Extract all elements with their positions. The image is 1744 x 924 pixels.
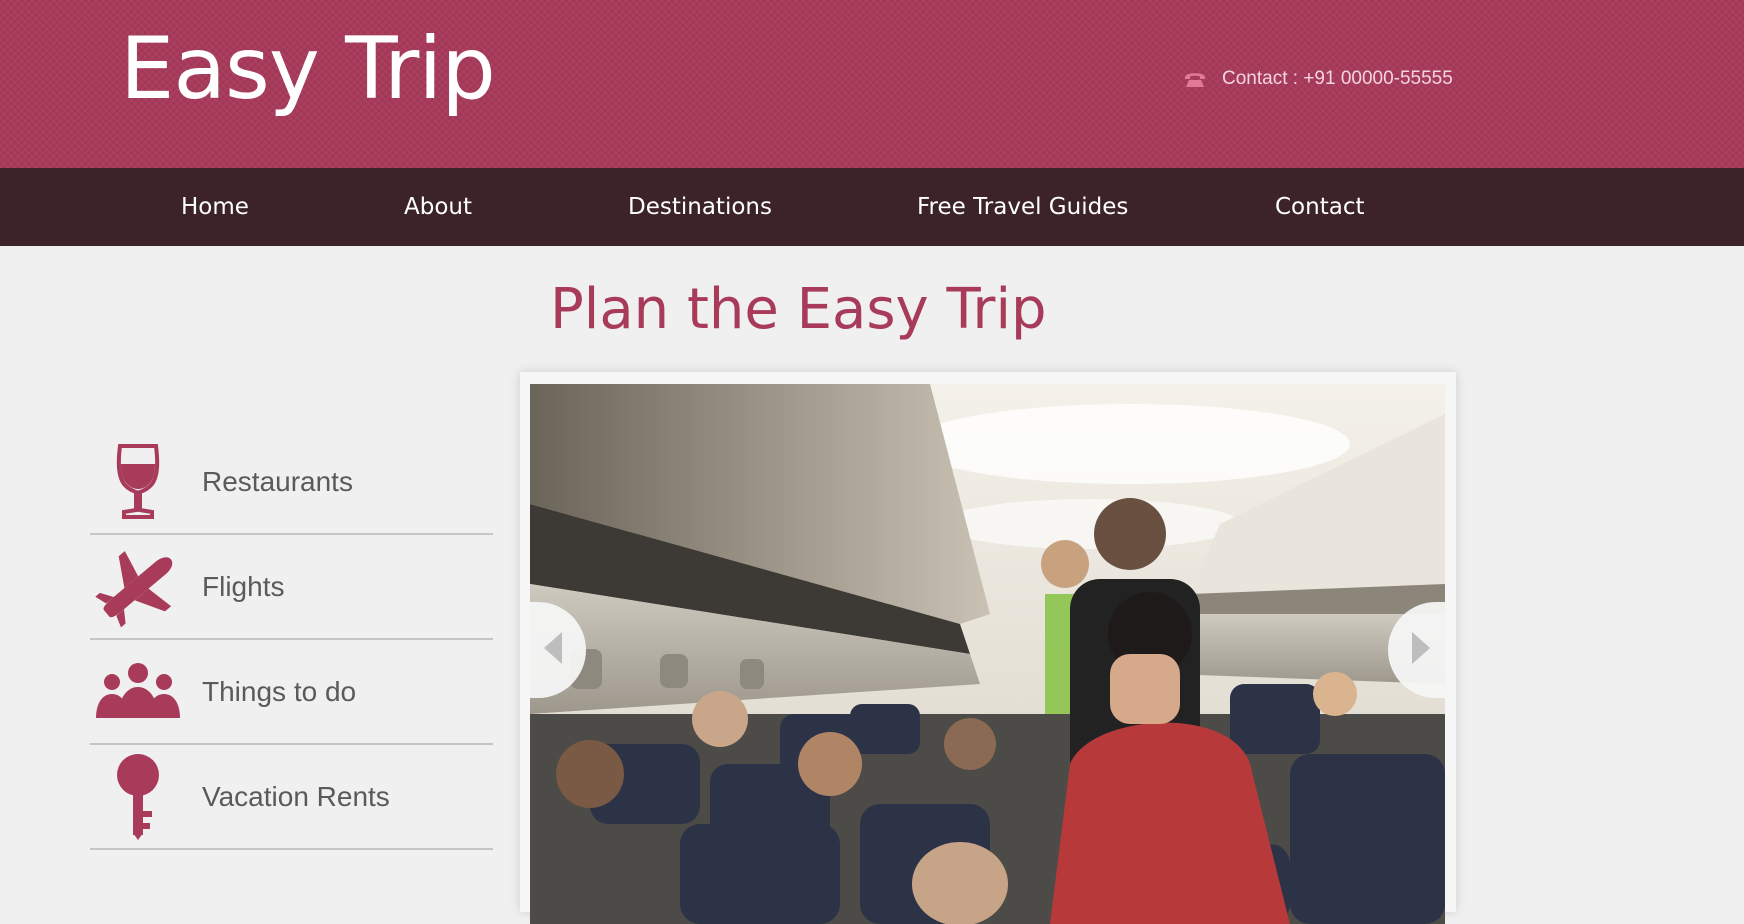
- airplane-icon: [90, 542, 186, 632]
- people-group-icon: [90, 647, 186, 737]
- sidebar-item-restaurants[interactable]: Restaurants: [90, 430, 493, 535]
- sidebar-item-things-to-do[interactable]: Things to do: [90, 640, 493, 745]
- contact-info: Contact : +91 00000-55555: [1182, 68, 1453, 90]
- sidebar-item-flights[interactable]: Flights: [90, 535, 493, 640]
- sidebar-item-label: Vacation Rents: [202, 780, 390, 812]
- sidebar-item-label: Flights: [202, 570, 285, 602]
- site-header: Easy Trip Contact : +91 00000-55555: [0, 0, 1744, 168]
- contact-text: Contact : +91 00000-55555: [1222, 68, 1453, 89]
- site-logo[interactable]: Easy Trip: [120, 14, 496, 124]
- nav-item-home[interactable]: Home: [181, 168, 249, 246]
- image-slider: [520, 372, 1456, 924]
- sidebar-item-vacation-rents[interactable]: Vacation Rents: [90, 745, 493, 850]
- chevron-right-icon: [1408, 630, 1434, 671]
- sidebar-item-label: Restaurants: [202, 465, 353, 497]
- nav-item-contact[interactable]: Contact: [1275, 168, 1364, 246]
- sidebar-item-label: Things to do: [202, 675, 357, 707]
- nav-item-free-travel-guides[interactable]: Free Travel Guides: [917, 168, 1128, 246]
- wine-glass-icon: [90, 437, 186, 527]
- page-title: Plan the Easy Trip: [550, 277, 1047, 342]
- main-nav: Home About Destinations Free Travel Guid…: [0, 168, 1744, 246]
- phone-icon: [1182, 69, 1208, 89]
- slide-image: [530, 384, 1445, 924]
- key-icon: [90, 752, 186, 842]
- nav-item-about[interactable]: About: [404, 168, 472, 246]
- chevron-left-icon: [540, 630, 566, 671]
- nav-item-destinations[interactable]: Destinations: [628, 168, 772, 246]
- sidebar: Restaurants Flights Things to do Vacatio…: [90, 430, 493, 850]
